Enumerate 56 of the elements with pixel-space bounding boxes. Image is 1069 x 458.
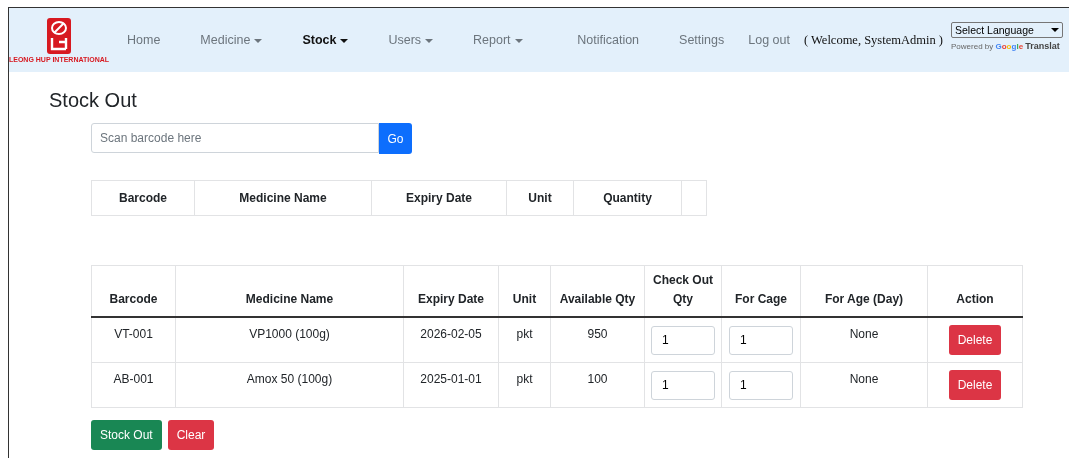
column-header: Action [927, 265, 1023, 317]
language-select[interactable]: Select Language [951, 21, 1063, 38]
translate-text: Translat [1025, 40, 1060, 51]
quantity-input[interactable]: 1 [651, 325, 715, 355]
column-header: Medicine Name [175, 265, 404, 317]
table-cell: None [800, 362, 928, 408]
caret-icon [514, 38, 523, 43]
google-text: Google [995, 41, 1024, 51]
column-header [681, 180, 707, 216]
column-header: Unit [498, 265, 551, 317]
logo-icon [47, 17, 71, 54]
welcome-text: ( Welcome, SystemAdmin ) [803, 32, 943, 48]
nav-link[interactable]: Settings [671, 33, 733, 47]
stock-out-button[interactable]: Stock Out [91, 420, 162, 450]
column-header: Barcode [91, 265, 176, 317]
nav-link[interactable]: Home [119, 33, 169, 47]
column-header: Barcode [91, 180, 195, 216]
quantity-input[interactable]: 1 [729, 370, 793, 400]
column-header: Check Out Qty [644, 265, 722, 317]
table-cell: pkt [498, 317, 551, 363]
delete-button[interactable]: Delete [948, 370, 1002, 400]
table-cell: None [800, 317, 928, 363]
table-cell: 950 [550, 317, 645, 363]
nav-link[interactable]: Report [465, 33, 531, 47]
table-cell: 2025-01-01 [403, 362, 499, 408]
column-header: Expiry Date [403, 265, 499, 317]
barcode-input[interactable]: Scan barcode here [91, 123, 379, 153]
caret-icon [254, 38, 263, 43]
column-header: Expiry Date [371, 180, 507, 216]
quantity-input[interactable]: 1 [651, 370, 715, 400]
clear-button[interactable]: Clear [167, 420, 215, 450]
table-cell: Amox 50 (100g) [175, 362, 404, 408]
table-cell: VT-001 [91, 317, 176, 363]
column-header: Unit [506, 180, 574, 216]
quantity-input[interactable]: 1 [729, 325, 793, 355]
nav-link[interactable]: Stock [294, 33, 357, 47]
column-header: Quantity [573, 180, 682, 216]
table-cell: VP1000 (100g) [175, 317, 404, 363]
nav-link[interactable]: Users [380, 33, 442, 47]
column-header: Available Qty [550, 265, 645, 317]
delete-button[interactable]: Delete [948, 325, 1002, 355]
column-header: Medicine Name [194, 180, 372, 216]
table-cell: 100 [550, 362, 645, 408]
table-cell: 2026-02-05 [403, 317, 499, 363]
powered-by-text: Powered by [951, 41, 994, 51]
caret-icon [340, 38, 349, 43]
nav-link[interactable]: Medicine [192, 33, 271, 47]
column-header: For Age (Day) [800, 265, 928, 317]
nav-link[interactable]: Log out [740, 33, 798, 47]
column-header: For Cage [721, 265, 801, 317]
table-cell: AB-001 [91, 362, 176, 408]
go-button[interactable]: Go [379, 123, 412, 154]
page-title: Stock Out [49, 89, 138, 112]
nav-link[interactable]: Notification [569, 33, 648, 47]
table-cell: pkt [498, 362, 551, 408]
caret-icon [425, 38, 434, 43]
